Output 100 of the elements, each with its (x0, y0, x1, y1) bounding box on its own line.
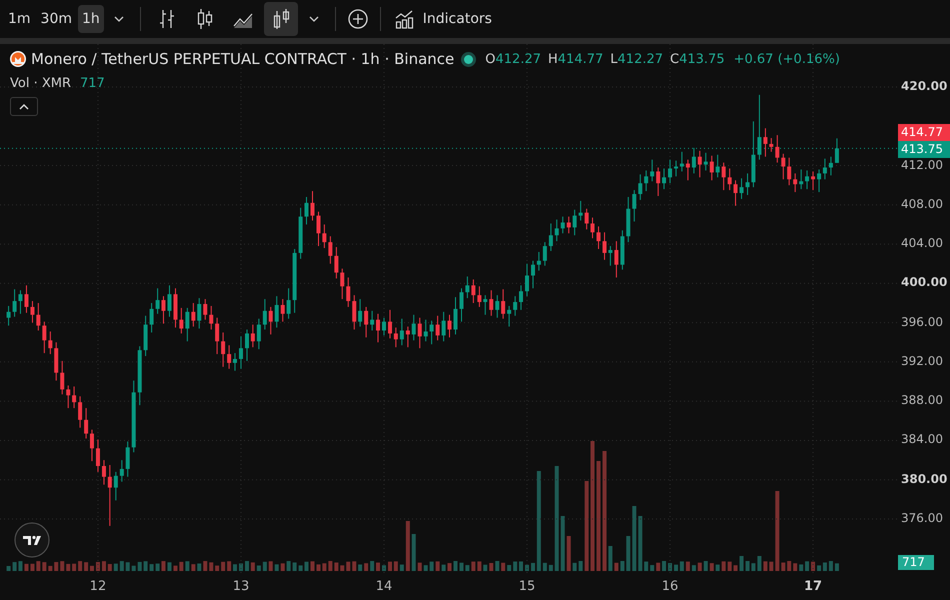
candlestick (394, 327, 398, 348)
candlestick (161, 296, 166, 324)
candlestick (430, 320, 434, 345)
candlestick (340, 268, 344, 300)
candlestick (424, 319, 428, 342)
chevron-down-icon[interactable] (308, 16, 319, 22)
time-label: 13 (232, 579, 250, 594)
price-label: 408.00 (901, 196, 943, 211)
candlestick (602, 232, 607, 260)
candlestick (781, 153, 786, 180)
candlestick (72, 386, 76, 409)
candlestick (197, 298, 202, 330)
candlestick (334, 246, 338, 279)
ohlc-key: O (485, 52, 496, 66)
candlestick (519, 284, 524, 310)
candlestick (286, 288, 291, 320)
candlestick (96, 439, 100, 472)
candlestick (322, 224, 326, 249)
candlestick (280, 298, 285, 322)
price-label: 396.00 (901, 314, 943, 329)
candlestick (668, 159, 672, 184)
volume-label[interactable]: Vol · XMR (10, 76, 72, 90)
price-badge: 414.77 (898, 124, 950, 141)
candlestick (477, 286, 482, 308)
candlestick (191, 302, 196, 328)
candlestick (221, 332, 226, 368)
candlestick (179, 307, 184, 334)
candlestick (352, 294, 356, 330)
candlestick (662, 168, 666, 190)
ohlc-value: 414.77 (558, 52, 604, 66)
candlestick (442, 311, 446, 342)
candlestick (686, 159, 690, 181)
candlestick (436, 315, 440, 341)
candlestick (66, 384, 70, 409)
candles-icon[interactable] (264, 2, 298, 36)
candlestick (507, 305, 512, 328)
ohlc-key: H (548, 52, 558, 66)
candlestick (650, 159, 654, 182)
volume-badge: 717 (898, 555, 934, 570)
candlestick (614, 240, 618, 278)
interval-button[interactable]: 1m (4, 5, 35, 33)
candlestick (30, 300, 34, 324)
price-label: 400.00 (901, 275, 948, 290)
candlestick (674, 160, 678, 177)
price-label: 404.00 (901, 236, 943, 250)
candlestick (6, 305, 11, 326)
interval-button[interactable]: 30m (36, 5, 76, 33)
price-label: 388.00 (901, 393, 943, 408)
candlestick (42, 321, 46, 354)
candlestick (454, 296, 458, 335)
candlestick (828, 156, 833, 176)
candlestick (811, 170, 816, 191)
candlestick (364, 306, 368, 338)
candlestick (114, 471, 118, 501)
candlestick (412, 314, 416, 341)
candlestick (757, 94, 762, 160)
candlestick (36, 302, 40, 332)
time-label: 15 (518, 579, 536, 594)
candlestick (638, 174, 642, 200)
candlestick (238, 336, 243, 370)
candlestick (358, 298, 362, 328)
candlestick (746, 172, 750, 196)
candlestick (542, 242, 547, 266)
chevron-down-icon[interactable] (114, 16, 124, 22)
candlestick (24, 284, 28, 314)
indicators-button[interactable]: Indicators (388, 9, 498, 29)
add-circle-icon[interactable] (348, 9, 368, 29)
candlestick (644, 170, 648, 192)
candlestick (418, 317, 422, 349)
price-label: 392.00 (901, 354, 943, 368)
ohlc-value: 413.75 (679, 52, 725, 66)
symbol-title[interactable]: Monero / TetherUS PERPETUAL CONTRACT · 1h · Binance (31, 50, 454, 68)
candlestick (728, 168, 732, 191)
time-label: 17 (803, 579, 824, 594)
candlestick (566, 216, 571, 234)
candlestick (376, 313, 380, 343)
logo-icon[interactable] (14, 522, 50, 558)
interval-button[interactable]: 1h (78, 5, 104, 33)
candlestick (680, 151, 684, 172)
candlestick (108, 464, 112, 526)
collapse-button[interactable] (10, 97, 38, 116)
candlestick (48, 330, 52, 355)
candlestick (834, 138, 839, 164)
candlestick (793, 172, 798, 193)
candlestick (740, 178, 744, 200)
candlestick (584, 208, 589, 230)
ohlc-key: L (610, 52, 618, 66)
candlestick (316, 211, 320, 247)
price-label: 384.00 (901, 432, 943, 446)
candlestick (716, 154, 720, 178)
candlestick (328, 236, 332, 264)
candlestick (126, 440, 130, 478)
price-change: +0.67 (+0.16%) (734, 52, 840, 66)
candlestick (232, 352, 237, 372)
candlestick (156, 288, 160, 314)
candlestick (84, 408, 88, 440)
candlestick (250, 324, 255, 348)
ohlc-key: C (670, 52, 680, 66)
candlestick (513, 296, 518, 316)
candlestick (310, 190, 314, 222)
